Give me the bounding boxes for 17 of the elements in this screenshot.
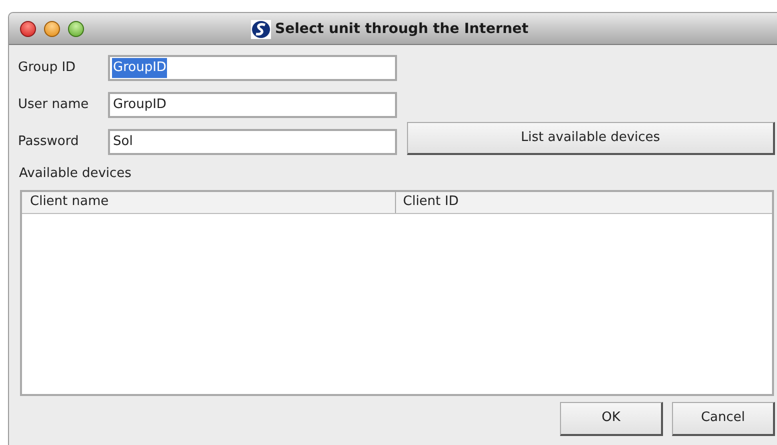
ok-button[interactable]: OK — [560, 402, 663, 436]
column-header[interactable]: Client name — [22, 192, 396, 212]
window-title: Select unit through the Internet — [275, 20, 528, 39]
app-logo-icon — [251, 20, 271, 39]
text-field[interactable]: GroupID — [108, 55, 397, 81]
field-label: User name — [18, 96, 90, 114]
column-header[interactable]: Client ID — [396, 192, 772, 212]
zoom-button[interactable] — [68, 20, 84, 36]
close-button[interactable] — [20, 20, 36, 36]
field-label: Password — [18, 133, 80, 152]
text-field[interactable]: Sol — [108, 129, 397, 155]
cancel-button[interactable]: Cancel — [672, 402, 775, 436]
text-field[interactable]: GroupID — [108, 92, 397, 118]
field-label: Group ID — [18, 59, 77, 78]
minimize-button[interactable] — [44, 20, 60, 36]
list-devices-button[interactable]: List available devices — [407, 122, 775, 155]
section-label: Available devices — [18, 165, 132, 183]
